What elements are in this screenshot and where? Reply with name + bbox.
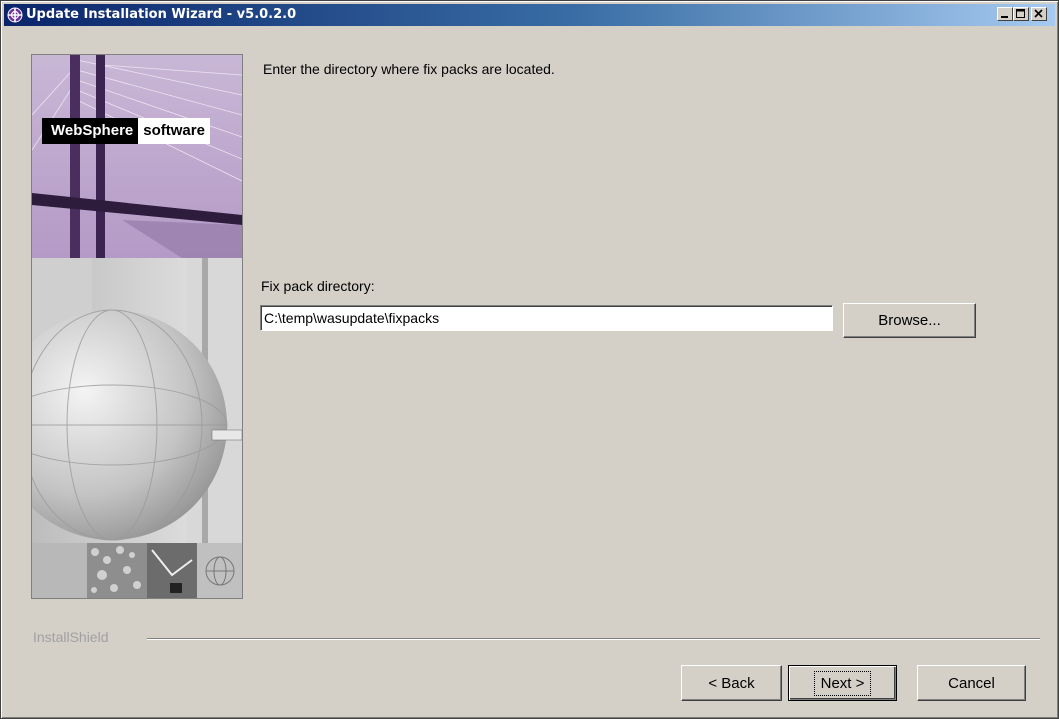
app-icon	[7, 7, 23, 23]
websphere-logo: WebSphere software	[42, 118, 210, 144]
installshield-label: InstallShield	[33, 629, 109, 645]
logo-software-text: software	[138, 118, 210, 144]
title-bar[interactable]: Update Installation Wizard - v5.0.2.0	[4, 4, 1055, 26]
browse-button[interactable]: Browse...	[843, 303, 976, 338]
wizard-window: Update Installation Wizard - v5.0.2.0 We…	[0, 0, 1059, 719]
back-button[interactable]: < Back	[681, 665, 782, 701]
close-button[interactable]	[1031, 7, 1047, 21]
fix-pack-directory-label: Fix pack directory:	[261, 278, 375, 294]
instruction-text: Enter the directory where fix packs are …	[263, 61, 555, 77]
maximize-button[interactable]	[1013, 7, 1029, 21]
cancel-button[interactable]: Cancel	[917, 665, 1026, 701]
close-icon	[1034, 9, 1043, 18]
back-button-label: < Back	[708, 674, 755, 692]
cancel-button-label: Cancel	[948, 674, 995, 692]
next-button[interactable]: Next >	[788, 665, 897, 701]
browse-button-label: Browse...	[878, 312, 941, 329]
minimize-icon	[1001, 16, 1008, 18]
footer-divider	[147, 638, 1040, 640]
window-title: Update Installation Wizard - v5.0.2.0	[26, 7, 297, 22]
next-button-label: Next >	[813, 670, 872, 696]
websphere-side-image: WebSphere software	[31, 54, 243, 599]
minimize-button[interactable]	[997, 7, 1013, 21]
fix-pack-directory-input[interactable]	[260, 305, 833, 331]
maximize-icon	[1016, 9, 1025, 18]
logo-websphere-text: WebSphere	[42, 118, 139, 144]
